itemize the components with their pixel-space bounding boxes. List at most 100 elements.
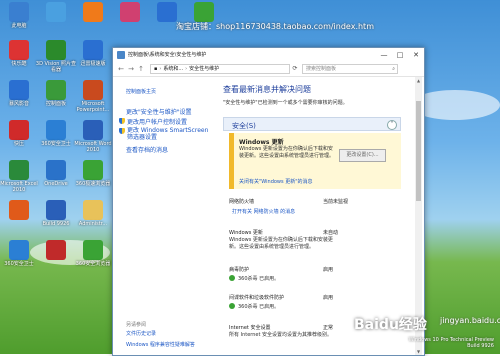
control-panel-window[interactable]: 控制面板\系统和安全\安全性与维护 — □ ✕ ← → ↑ ▪ › 系统和...… [112,47,425,356]
search-input[interactable]: 搜索控制面板 ⌕ [302,63,398,74]
compat-troubleshooter-link[interactable]: Windows 程序兼容性疑难解答 [126,342,195,349]
file-history-link[interactable]: 文件历史记录 [126,331,156,338]
back-icon[interactable]: ← [116,65,126,73]
control-panel-icon [46,80,66,100]
alert-body: Windows 更新设置为在你确认后下载和安装更新。这些设置由系统管理员进行管理… [239,146,335,159]
maximize-button[interactable]: □ [392,51,408,59]
breadcrumb-security[interactable]: 安全性与维护 [189,65,219,72]
desktop-icon[interactable]: Microsoft Powerpoint... [71,80,115,113]
refresh-icon[interactable]: ⟳ [290,65,300,72]
sidebar-item-archived[interactable]: 查看存档的消息 [119,145,168,154]
sidebar-item-change-settings[interactable]: 更改"安全性与维护"设置 [119,107,192,116]
desktop-icon-label: 快乐酷 [11,61,27,67]
scrollbar-thumb[interactable] [416,101,421,201]
status-badge: 启用 [323,267,334,273]
window-title: 控制面板\系统和安全\安全性与维护 [128,52,207,58]
chevron-up-icon[interactable]: ˄ [387,120,397,130]
app-red-icon [46,240,66,260]
app-orange-icon [83,2,103,22]
music-icon [9,40,29,60]
address-bar[interactable]: ▪ › 系统和... › 安全性与维护 [150,63,290,74]
desktop-icon[interactable]: 360安全浏览器 [71,240,115,267]
baidu-logo: Baidu经验 [354,317,427,333]
desktop-icon-label: Microsoft Excel 2010 [0,181,38,193]
360-browser-icon [83,240,103,260]
desktop-icon-label: 360安全卫士 [41,141,71,147]
alert-title: Windows 更新 [239,139,284,146]
close-button[interactable]: ✕ [408,51,424,59]
wps-icon [9,200,29,220]
desktop-icon-label: 暴风影音 [8,101,29,107]
scroll-down-icon[interactable]: ▼ [415,349,422,354]
360-icon [9,240,29,260]
app-round-icon [120,2,140,22]
thunder-icon [83,40,103,60]
status-badge: 启用 [323,295,334,301]
os-watermark: Windows 10 Pro Technical Preview Build 9… [408,337,494,349]
sidebar: 控制面板主页 更改"安全性与维护"设置 更改用户帐户控制设置 更改 Window… [113,77,214,355]
desktop-icon-label: Microsoft Powerpoint... [76,101,110,113]
status-badge: 未自动 [323,230,339,236]
status-badge: 当前未监视 [323,199,349,205]
turn-off-messages-link[interactable]: 关闭有关"Windows 更新"的消息 [239,178,313,185]
minimize-button[interactable]: — [376,51,392,59]
desktop-icon[interactable]: Microsoft Word 2010 [71,120,115,153]
desktop-icon[interactable]: Administr... [71,200,115,227]
360-icon [46,120,66,140]
sidebar-item-smartscreen[interactable]: 更改 Windows SmartScreen 筛选器设置 [119,127,213,141]
change-settings-button[interactable]: 更改设置(C)... [339,149,386,162]
onedrive-icon [46,160,66,180]
word-icon [83,120,103,140]
watermark-top: 淘宝店铺：shop116730438.taobao.com/index.htm [176,22,374,31]
status-badge: 正常 [323,325,334,331]
folder-icon: ▪ [154,65,158,72]
firewall-messages-link[interactable]: 打开有关 网络防火墙 的消息 [232,208,295,215]
desktop-icon-label: 控制面板 [45,101,66,107]
computer-icon [9,2,29,22]
page-subtitle: "安全性与维护"已检测到一个或多个需要你审核的问题。 [223,100,348,106]
page-title: 查看最新消息并解决问题 [223,85,311,94]
forward-icon[interactable]: → [126,65,136,73]
desktop-icon-label: 360安全卫士 [4,261,34,267]
security-section-header[interactable]: 安全(S) ˄ [223,117,401,131]
desktop-icon-label: Build 9926 [42,221,70,227]
powerpoint-icon [83,80,103,100]
shield-icon [119,118,125,124]
breadcrumb-system[interactable]: 系统和... [163,65,183,72]
3d-vision-icon [46,40,66,60]
user-folder-icon [83,200,103,220]
address-row: ← → ↑ ▪ › 系统和... › 安全性与维护 ⟳ 搜索控制面板 ⌕ [113,61,424,77]
jingyan-url: jingyan.baidu.com [440,316,500,325]
title-bar[interactable]: 控制面板\系统和安全\安全性与维护 — □ ✕ [113,48,424,61]
desktop-icon[interactable]: 迅雷极速版 [71,40,115,67]
app-green-icon [194,2,214,22]
security-section-title: 安全(S) [232,122,256,130]
scroll-up-icon[interactable]: ▲ [415,78,422,83]
sidebar-item-label: 更改"安全性与维护"设置 [126,109,192,116]
360-icon [229,303,235,309]
desktop-icon[interactable] [182,2,226,23]
windows-update-alert: Windows 更新 Windows 更新设置为在你确认后下载和安装更新。这些设… [229,133,401,189]
desktop-icon-label: Administr... [78,221,108,227]
desktop-icon-label: 此电脑 [11,23,27,29]
sidebar-item-uac[interactable]: 更改用户帐户控制设置 [119,117,187,126]
app-icon [46,2,66,22]
sidebar-home-link[interactable]: 控制面板主页 [126,89,156,96]
desktop-icon-label: 迅雷极速版 [80,61,106,67]
search-icon: ⌕ [392,65,395,72]
desktop-icon-label: 360安全浏览器 [75,261,111,267]
storm-icon [9,80,29,100]
see-also-heading: 另请参阅 [126,322,147,328]
desktop-icon[interactable]: 360极速浏览器 [71,160,115,187]
desktop-icon-label: 360极速浏览器 [75,181,111,187]
word-icon [46,200,66,220]
desktop-icon-label: OneDrive [44,181,68,187]
360-icon [229,275,235,281]
desktop-icon-label: 快压 [13,141,24,147]
shield-icon [119,128,125,134]
app-round-icon [157,2,177,22]
kuaiya-icon [9,120,29,140]
control-panel-icon [117,50,125,59]
desktop-icon-label: Microsoft Word 2010 [74,141,112,153]
up-icon[interactable]: ↑ [136,65,146,73]
